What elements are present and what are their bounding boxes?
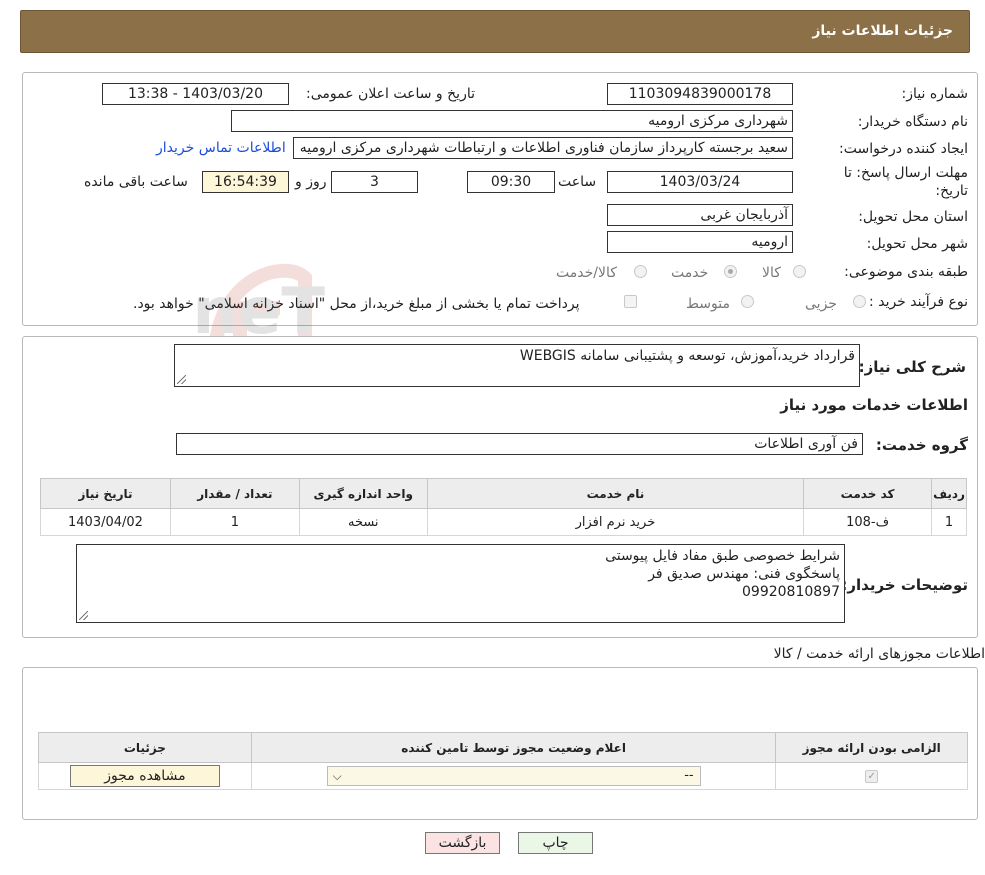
service-group-field: فن آوری اطلاعات	[176, 433, 863, 455]
announce-field: 1403/03/20 - 13:38	[102, 83, 289, 105]
col-service-name: نام خدمت	[426, 478, 805, 509]
buyer-notes-line-3: 09920810897	[742, 584, 840, 600]
deadline-label: مهلت ارسال پاسخ: تا	[843, 165, 968, 181]
buyer-contact-link[interactable]: اطلاعات تماس خریدار	[156, 140, 286, 156]
need-description-text: قرارداد خرید،آموزش، توسعه و پشتیبانی سام…	[519, 348, 855, 364]
cell-service-name: خرید نرم افزار	[426, 508, 805, 536]
remaining-label: ساعت باقی مانده	[84, 174, 188, 190]
page-header: جزئیات اطلاعات نیاز	[20, 10, 970, 53]
buyer-notes-line-2: پاسخگوی فنی: مهندس صدیق فر	[648, 566, 840, 582]
process-label-medium: متوسط	[686, 296, 730, 312]
announce-label: تاریخ و ساعت اعلان عمومی:	[306, 86, 475, 102]
print-button[interactable]: چاپ	[518, 832, 593, 854]
days-field: 3	[331, 171, 418, 193]
category-label: طبقه بندی موضوعی:	[844, 264, 968, 280]
resize-grip-icon[interactable]	[177, 375, 186, 384]
cell-permit-details: مشاهده مجوز	[38, 762, 252, 790]
cell-need-date: 1403/04/02	[40, 508, 171, 536]
creator-field: سعید برجسته کارپرداز سازمان فناوری اطلاع…	[293, 137, 793, 159]
need-number-field: 1103094839000178	[607, 83, 793, 105]
buyer-org-label: نام دستگاه خریدار:	[857, 114, 968, 130]
service-group-label: گروه خدمت:	[875, 436, 968, 454]
col-need-date: تاریخ نیاز	[40, 478, 171, 509]
category-label-service: خدمت	[671, 265, 709, 281]
col-permit-required: الزامی بودن ارائه مجوز	[775, 732, 968, 763]
buyer-notes-box[interactable]: شرایط خصوصی طبق مفاد فایل پیوستی پاسخگوی…	[76, 544, 845, 623]
province-label: استان محل تحویل:	[858, 209, 968, 225]
category-label-goods: کالا	[762, 265, 781, 281]
category-radio-service[interactable]	[724, 265, 737, 278]
col-quantity: تعداد / مقدار	[169, 478, 300, 509]
col-service-code: کد خدمت	[803, 478, 933, 509]
page-title: جزئیات اطلاعات نیاز	[812, 23, 953, 39]
cell-row: 1	[931, 508, 967, 536]
cell-unit: نسخه	[298, 508, 428, 536]
resize-grip-icon[interactable]	[79, 611, 88, 620]
buyer-notes-label: توضیحات خریدار:	[841, 576, 968, 594]
back-button[interactable]: بازگشت	[425, 832, 500, 854]
table-row: ✓ ⌵ -- مشاهده مجوز	[38, 762, 968, 790]
process-radio-minor[interactable]	[853, 295, 866, 308]
services-section-title: اطلاعات خدمات مورد نیاز	[780, 396, 968, 414]
category-radio-goods-service[interactable]	[634, 265, 647, 278]
process-label: نوع فرآیند خرید :	[869, 294, 968, 310]
deadline-time-label: ساعت	[558, 174, 597, 190]
col-row: ردیف	[931, 478, 967, 509]
province-field: آذربایجان غربی	[607, 204, 793, 226]
cell-permit-required: ✓	[775, 762, 968, 790]
deadline-date-field: 1403/03/24	[607, 171, 793, 193]
need-description-label: شرح کلی نیاز:	[858, 358, 966, 376]
creator-label: ایجاد کننده درخواست:	[839, 141, 968, 157]
cell-quantity: 1	[169, 508, 300, 536]
remaining-time-field: 16:54:39	[202, 171, 289, 193]
permits-table: الزامی بودن ارائه مجوز اعلام وضعیت مجوز …	[38, 732, 968, 790]
view-permit-button[interactable]: مشاهده مجوز	[69, 765, 220, 787]
cell-permit-status: ⌵ --	[250, 762, 777, 790]
buyer-notes-line-1: شرایط خصوصی طبق مفاد فایل پیوستی	[605, 548, 840, 564]
services-table-header: ردیف کد خدمت نام خدمت واحد اندازه گیری ت…	[40, 478, 967, 509]
category-label-goods-service: کالا/خدمت	[556, 265, 617, 281]
permit-status-value: --	[684, 768, 694, 783]
city-label: شهر محل تحویل:	[866, 236, 968, 252]
permits-table-header: الزامی بودن ارائه مجوز اعلام وضعیت مجوز …	[38, 732, 968, 763]
deadline-label-2: تاریخ:	[935, 183, 968, 199]
category-radio-goods[interactable]	[793, 265, 806, 278]
col-permit-status: اعلام وضعیت مجوز توسط تامین کننده	[250, 732, 777, 763]
cell-service-code: ف-108	[803, 508, 933, 536]
chevron-down-icon: ⌵	[332, 769, 342, 783]
city-field: ارومیه	[607, 231, 793, 253]
services-table: ردیف کد خدمت نام خدمت واحد اندازه گیری ت…	[40, 478, 967, 536]
need-number-label: شماره نیاز:	[901, 86, 969, 102]
deadline-time-field: 09:30	[467, 171, 555, 193]
days-label: روز و	[295, 174, 327, 190]
permit-status-select[interactable]: ⌵ --	[326, 766, 701, 786]
process-label-minor: جزیی	[805, 296, 837, 312]
treasury-checkbox[interactable]	[624, 295, 637, 308]
need-description-box[interactable]: قرارداد خرید،آموزش، توسعه و پشتیبانی سام…	[174, 344, 860, 387]
buyer-org-field: شهرداری مرکزی ارومیه	[231, 110, 793, 132]
col-unit: واحد اندازه گیری	[298, 478, 428, 509]
permits-section-title: اطلاعات مجوزهای ارائه خدمت / کالا	[773, 646, 985, 662]
table-row: 1 ف-108 خرید نرم افزار نسخه 1 1403/04/02	[40, 508, 967, 536]
process-radio-medium[interactable]	[741, 295, 754, 308]
permit-required-checkbox: ✓	[865, 769, 879, 783]
treasury-note: پرداخت تمام یا بخشی از مبلغ خرید،از محل …	[133, 296, 580, 312]
col-permit-details: جزئیات	[38, 732, 252, 763]
